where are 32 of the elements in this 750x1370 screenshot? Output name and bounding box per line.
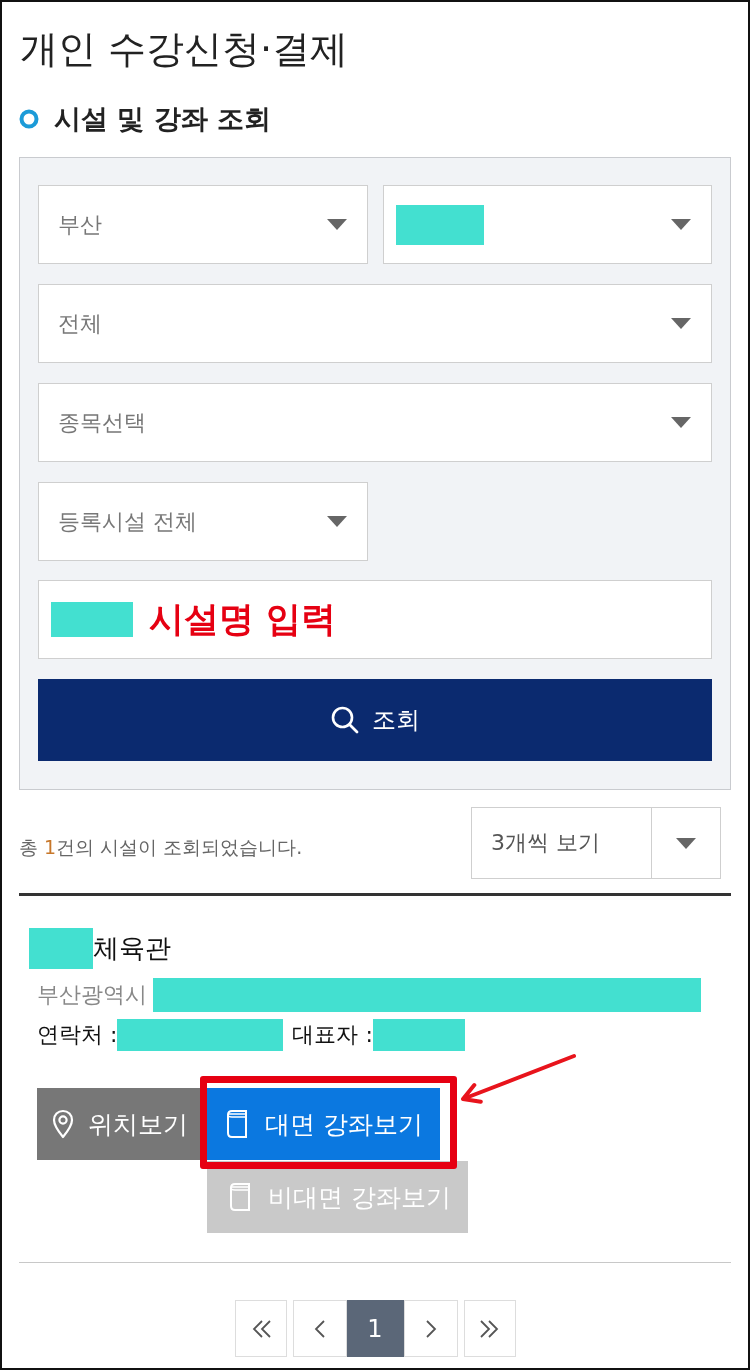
caret-icon [326, 516, 347, 527]
input-field[interactable]: 시설명 입력 [38, 580, 712, 659]
caret-icon [671, 417, 691, 428]
dropdown[interactable]: 전체 [38, 284, 712, 363]
search-icon [330, 705, 360, 735]
location-button[interactable]: 위치보기 [37, 1088, 201, 1160]
caret-icon [671, 318, 691, 329]
page-title: 개인 수강신청·결제 [20, 26, 350, 73]
ring-icon [19, 109, 39, 129]
pin-icon [52, 1109, 74, 1139]
page-button[interactable]: 1 [346, 1300, 404, 1357]
caret-icon [326, 219, 347, 230]
book-icon [226, 1109, 248, 1139]
section-heading: 시설 및 강좌 조회 [54, 102, 272, 136]
first-page-button[interactable] [234, 1300, 287, 1357]
contact-label: 연락처 : [37, 1021, 118, 1049]
dropdown[interactable]: 등록시설 전체 [38, 482, 368, 561]
lecture-button[interactable]: 대면 강좌보기 [207, 1088, 440, 1160]
double-chevron-right-icon [478, 1317, 501, 1340]
search-button[interactable]: 조회 [38, 679, 712, 761]
facility-name: 체육관 [93, 932, 171, 965]
representative-label: 대표자 : [292, 1021, 373, 1049]
facility-address: 부산광역시 [37, 981, 147, 1009]
dropdown[interactable]: 종목선택 [38, 383, 712, 462]
per-page-dropdown[interactable]: 3개씩 보기 [471, 807, 721, 879]
result-count-text: 총 1건의 시설이 조회되었습니다. [19, 835, 303, 860]
caret-icon [671, 219, 691, 230]
book-icon [229, 1182, 251, 1212]
dropdown[interactable]: 부산 [38, 185, 368, 264]
last-page-button[interactable] [463, 1300, 516, 1357]
caret-icon [676, 837, 696, 849]
next-page-button[interactable] [403, 1300, 458, 1357]
